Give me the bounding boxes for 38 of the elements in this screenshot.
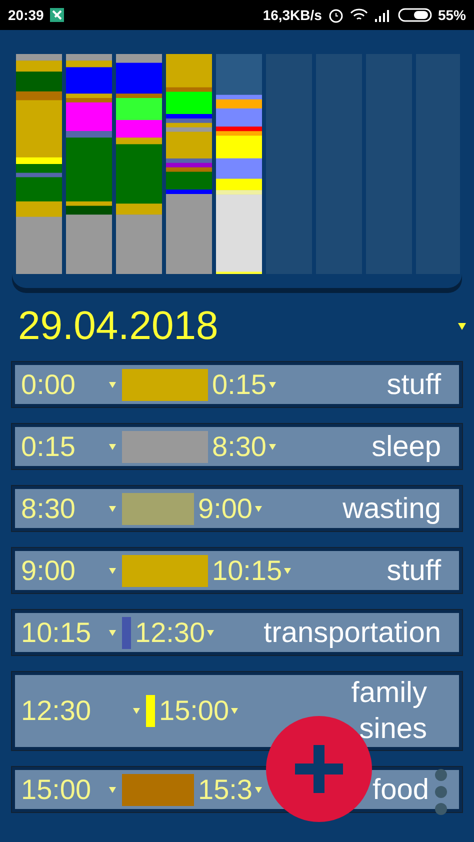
app-notification-icon — [50, 8, 64, 22]
category-label: family — [351, 676, 427, 711]
dropdown-icon[interactable] — [458, 322, 466, 330]
end-time[interactable]: 10:15 — [212, 554, 282, 586]
category-label: wasting — [342, 492, 441, 526]
end-time[interactable]: 8:30 — [212, 430, 266, 462]
category-label: stuff — [386, 554, 441, 588]
category-label: sines — [359, 712, 427, 747]
wifi-icon — [350, 8, 368, 22]
status-time: 20:39 — [8, 7, 44, 23]
start-time[interactable]: 9:00 — [21, 554, 107, 586]
battery-icon — [398, 8, 432, 22]
category-label: food — [372, 772, 429, 808]
category-label: transportation — [264, 616, 441, 650]
category-label: stuff — [386, 368, 441, 402]
start-time[interactable]: 10:15 — [21, 616, 107, 648]
start-time[interactable]: 12:30 — [21, 695, 131, 727]
end-time[interactable]: 12:30 — [135, 616, 206, 648]
end-time[interactable]: 0:15 — [212, 368, 266, 400]
entry-row[interactable]: 8:30 9:00 wasting — [12, 486, 462, 531]
end-time[interactable]: 9:00 — [198, 492, 252, 524]
date-label[interactable]: 29.04.2018 — [18, 304, 218, 348]
start-time[interactable]: 15:00 — [21, 774, 107, 806]
start-time[interactable]: 8:30 — [21, 492, 107, 524]
entry-row[interactable]: 10:15 12:30 transportation — [12, 610, 462, 655]
entry-row[interactable]: 9:00 10:15 stuff — [12, 548, 462, 593]
alarm-icon — [328, 7, 344, 23]
start-time[interactable]: 0:00 — [21, 368, 107, 400]
entry-row[interactable]: 0:15 8:30 sleep — [12, 424, 462, 469]
network-speed: 16,3KB/s — [262, 7, 322, 23]
end-time[interactable]: 15:00 — [159, 695, 230, 727]
category-label: sleep — [372, 430, 441, 464]
end-time[interactable]: 15:3 — [198, 774, 252, 806]
overflow-menu-icon[interactable] — [434, 768, 448, 816]
start-time[interactable]: 0:15 — [21, 430, 107, 462]
signal-icon — [374, 8, 392, 22]
battery-percent: 55% — [438, 7, 466, 23]
entry-row[interactable]: 0:00 0:15 stuff — [12, 362, 462, 407]
